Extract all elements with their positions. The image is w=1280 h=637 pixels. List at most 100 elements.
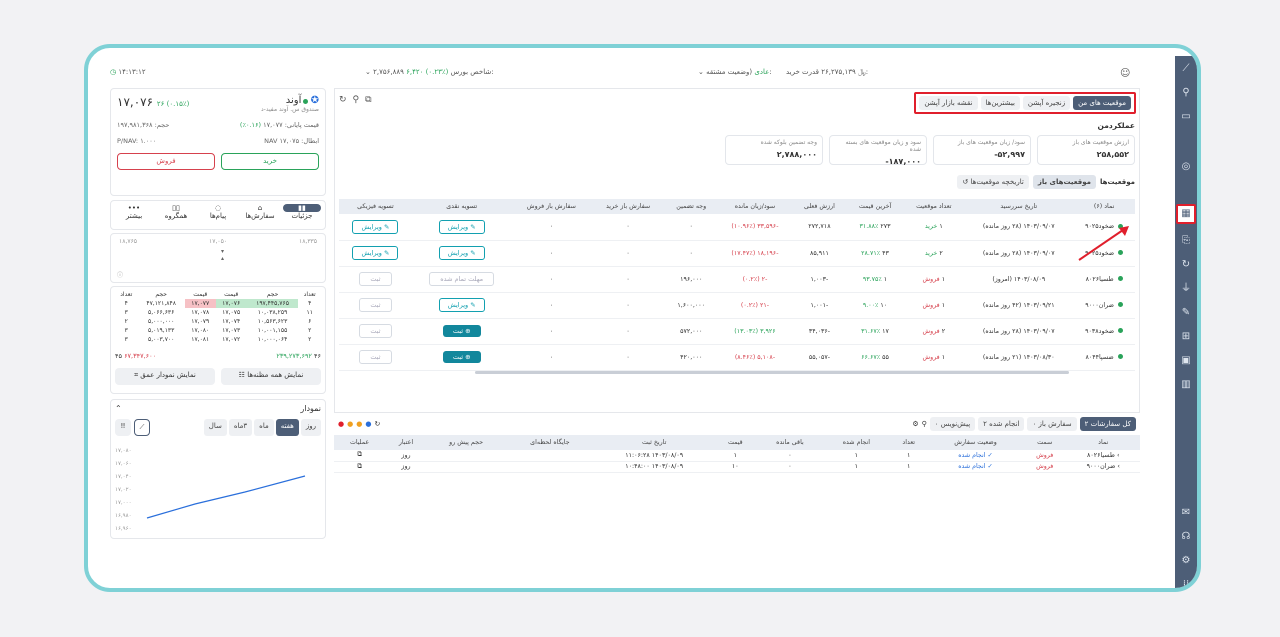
tab-option-map[interactable]: نقشه بازار آپشن — [919, 96, 978, 110]
text: فروش — [1022, 461, 1067, 473]
range-month[interactable]: ماه — [254, 419, 274, 436]
position-row[interactable]: ضسپا۸۰۴۴ ۱۴۰۳/۰۸/۳۰ (۲۱ روز مانده) ۱ فروش ۵… — [339, 344, 1135, 371]
y-tick: ۱۷,۰۴۰ — [115, 474, 132, 480]
settings-icon[interactable]: ⚙ — [1179, 554, 1193, 568]
orderbook-row[interactable]: ۳ ۵,۰۶۶,۶۳۶ ۱۷,۰۷۸ ۱۷,۰۷۵ ۱۰,۰۳۸,۲۵۹ ۱۱ — [115, 308, 321, 317]
grid-icon[interactable]: ⊞ — [1179, 330, 1193, 344]
text: تاریخچه موقعیت‌ها — [970, 178, 1024, 186]
cash-settle-button[interactable]: ✎ ویرایش — [411, 240, 512, 267]
text: ۱۷,۰۷۶ — [215, 299, 247, 308]
edit-icon[interactable]: ✎ — [1179, 306, 1193, 320]
show-all-button[interactable]: ☷ نمایش همه مظنه‌ها — [221, 368, 321, 385]
chart-icon[interactable]: ▥ — [1179, 378, 1193, 392]
physical-settle-button[interactable]: ثبت — [339, 292, 412, 319]
info-icon[interactable]: ⓘ — [117, 270, 123, 279]
watchlist-icon[interactable]: ▭ — [1179, 110, 1193, 150]
text: ۱ — [889, 461, 929, 473]
text: تسویه نقدی — [411, 199, 512, 214]
y-tick: ۱۶,۹۸۰ — [115, 513, 132, 519]
order-row[interactable]: › ضران۹۰۰۰ فروش ✓ انجام شده ۱ ۱ ۰ ۱۰ ۱۴۰۳/۰۸/۰۹… — [334, 461, 1140, 473]
tab-done-orders[interactable]: انجام شده ۲ — [978, 417, 1025, 431]
index-info[interactable]: ⌄ ۲,۷۵۶,۸۸۹ ۶,۴۲۰ (۰.۲۳٪) شاخص بورس: — [365, 68, 494, 76]
layout-icon[interactable]: ⧉ — [365, 95, 371, 105]
physical-settle-button[interactable]: ✎ ویرایش — [339, 214, 412, 241]
position-row[interactable]: ضخود۹۰۲۵ ۱۴۰۳/۰۹/۰۷ (۲۸ روز مانده) ۲ خرید ۴… — [339, 240, 1135, 267]
orderbook-row[interactable]: ۴ ۴۷,۱۲۱,۸۴۸ ۱۷,۰۷۷ ۱۷,۰۷۶ ۱۹۷,۴۴۵,۷۶۵ ۴ — [115, 299, 321, 308]
cash-settle-button[interactable]: مهلت تمام شده — [411, 266, 512, 293]
text: حجم: — [154, 121, 170, 129]
physical-settle-button[interactable]: ثبت — [339, 266, 412, 293]
collapse-icon[interactable]: ⌃ — [115, 404, 122, 413]
horizontal-scrollbar[interactable] — [475, 371, 1069, 374]
order-row[interactable]: › طسیا۸۰۲۶ فروش ✓ انجام شده ۱ ۱ ۰ ۱ ۱۴۰۳/۰۸/۰۹ … — [334, 450, 1140, 462]
text: ۱۰ — [880, 301, 888, 309]
physical-settle-button[interactable]: ✎ ویرایش — [339, 240, 412, 267]
star-icon[interactable]: ✪ — [311, 95, 319, 106]
tab-more[interactable]: ••• بیشتر — [115, 204, 153, 226]
text: باقی مانده — [756, 435, 824, 450]
range-day[interactable]: روز — [300, 419, 321, 436]
options-icon[interactable]: ▦ — [1176, 204, 1196, 224]
text: ۰ — [591, 214, 665, 241]
position-row[interactable]: ضخود۹۰۲۵ ۱۴۰۳/۰۹/۰۷ (۲۸ روز مانده) ۱ خرید ۲… — [339, 214, 1135, 241]
physical-settle-button[interactable]: ثبت — [339, 344, 412, 371]
text: ضسپا۸۰۴۴ — [1085, 353, 1114, 361]
portfolio-icon[interactable]: ⎘ — [1179, 234, 1193, 248]
text: ۱۷,۰۷۹ — [191, 318, 210, 325]
refresh-icon[interactable]: ↻ — [339, 95, 347, 105]
tab-all-orders[interactable]: کل سفارشات ۲ — [1079, 417, 1136, 431]
text: سفارش باز — [1038, 420, 1072, 428]
range-year[interactable]: سال — [203, 419, 227, 436]
text: ضران۹۰۰۰ — [1086, 463, 1116, 470]
filter-icon[interactable]: ⏚ — [1179, 282, 1193, 296]
tab-open-orders[interactable]: سفارش باز ۰ — [1027, 417, 1077, 431]
text: -۳۴,۰۳۶ — [792, 318, 847, 345]
history-icon[interactable]: ↻ — [1179, 258, 1193, 272]
search-icon[interactable]: ⚲ — [1179, 86, 1193, 100]
line-chart-icon[interactable]: ⟋ — [134, 419, 150, 436]
cash-settle-button[interactable]: ⊕ ثبت — [411, 318, 512, 345]
settings-icon[interactable]: ⚙ — [912, 420, 918, 428]
tab-group[interactable]: ▯▯ همگروه — [157, 204, 195, 226]
text: ۲۶,۲۷۵,۱۳۹ — [821, 68, 856, 76]
sell-button[interactable]: فروش — [117, 153, 215, 170]
tab-messages[interactable]: ◌ پیام‌ها — [199, 204, 237, 226]
tab-orders[interactable]: ⌂ سفارش‌ها — [241, 204, 279, 226]
chat-icon[interactable]: ✉ — [1179, 506, 1193, 520]
position-row[interactable]: ضخود۹۰۳۸ ۱۴۰۳/۰۹/۰۷ (۲۸ روز مانده) ۲ فروش ۱… — [339, 318, 1135, 345]
user-icon[interactable]: ☺ — [1120, 68, 1130, 79]
buy-button[interactable]: خرید — [221, 153, 319, 170]
cash-settle-button[interactable]: ✎ ویرایش — [411, 292, 512, 319]
tab-open-positions[interactable]: موقعیت‌های باز — [1032, 175, 1096, 189]
search-icon[interactable]: ⚲ — [353, 95, 360, 105]
orderbook-row[interactable]: ۲ ۵,۰۰۰,۰۰۰ ۱۷,۰۷۹ ۱۷,۰۷۴ ۱۰,۵۶۳,۶۲۳ ۶ — [115, 317, 321, 326]
range-week[interactable]: هفته — [275, 419, 299, 436]
copy-icon[interactable]: ⧉ — [334, 461, 386, 473]
physical-settle-button[interactable]: ثبت — [339, 318, 412, 345]
text: ثبت — [359, 272, 392, 286]
orderbook-row[interactable]: ۳ ۵,۰۰۳,۷۰۰ ۱۷,۰۸۱ ۱۷,۰۷۲ ۱۰,۰۰۰,۰۶۴ ۲ — [115, 335, 321, 344]
tab-draft-orders[interactable]: پیش‌نویس ۰ — [929, 417, 976, 431]
tab-details[interactable]: ▮▮ جزئیات — [283, 204, 321, 226]
refresh-icon[interactable]: ↻ — [374, 420, 380, 428]
tab-most[interactable]: بیشترین‌ها — [980, 96, 1020, 110]
show-depth-button[interactable]: ⌗ نمایش نمودار عمق — [115, 368, 215, 385]
search-icon[interactable]: ⚲ — [922, 420, 927, 428]
tab-position-history[interactable]: ↺ تاریخچه موقعیت‌ها — [957, 175, 1029, 189]
calculator-icon[interactable]: ▣ — [1179, 354, 1193, 368]
market-icon[interactable]: ◎ — [1179, 160, 1193, 194]
cash-settle-button[interactable]: ⊕ ثبت — [411, 344, 512, 371]
range-3month[interactable]: ۳ماه — [228, 419, 253, 436]
derivative-status[interactable]: ⌄ عادی (وضعیت مشتقه: — [698, 68, 772, 76]
position-row[interactable]: ضران۹۰۰۰ ۱۴۰۳/۰۹/۲۱ (۴۲ روز مانده) ۱ فروش ۱… — [339, 292, 1135, 319]
cash-settle-button[interactable]: ✎ ویرایش — [411, 214, 512, 241]
position-row[interactable]: طسیا۸۰۲۶ ۱۴۰۳/۰۸/۰۹ (امروز) ۱ فروش ۱ ۹۳.۷۵٪… — [339, 266, 1135, 293]
orderbook-row[interactable]: ۳ ۵,۰۱۹,۱۳۳ ۱۷,۰۸۰ ۱۷,۰۷۳ ۱۰,۰۰۱,۱۵۵ ۲ — [115, 326, 321, 335]
copy-icon[interactable]: ⧉ — [334, 450, 386, 462]
headset-icon[interactable]: ☊ — [1179, 530, 1193, 544]
candle-chart-icon[interactable]: ǃǃ — [115, 419, 131, 436]
text: ضخود۹۰۳۸ — [1085, 327, 1115, 335]
apps-icon[interactable]: ⁞⁞ — [1179, 578, 1193, 588]
tab-my-positions[interactable]: موقعیت های من — [1073, 96, 1131, 110]
tab-option-chain[interactable]: زنجیره آپشن — [1022, 96, 1071, 110]
